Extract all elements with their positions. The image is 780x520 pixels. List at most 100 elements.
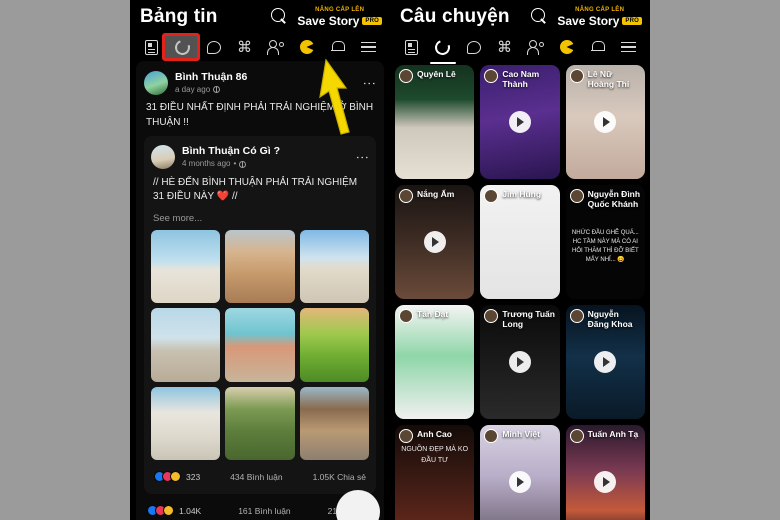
haha-reaction-icon (170, 471, 181, 483)
nav-item-messenger[interactable] (462, 36, 486, 58)
globe-icon (213, 86, 221, 94)
nav-item-menu[interactable] (617, 36, 641, 58)
play-icon[interactable] (594, 471, 617, 493)
left-phone-screen: Bảng tin NÂNG CẤP LÊN Save Story PRO ⌘ B… (130, 0, 390, 520)
promo-main-label: Save Story (557, 13, 620, 28)
story-author-name: Nguyễn Đăng Khoa (587, 309, 633, 330)
shared-post-options-button[interactable]: ⋮ (355, 151, 370, 164)
nav-item-menu[interactable] (357, 36, 381, 58)
photo-thumbnail[interactable] (299, 229, 369, 304)
friends-icon (267, 40, 284, 55)
avatar (399, 429, 413, 443)
play-icon[interactable] (508, 351, 531, 373)
marketplace-icon: ⌘ (237, 38, 252, 56)
story-card[interactable]: Cao Nam Thành (480, 65, 560, 179)
story-card[interactable]: Anh Cao NGUỒN ĐẸP MÀ KO ĐẦU TƯ (395, 425, 475, 520)
reaction-count[interactable]: 323 (186, 472, 200, 482)
promo-main-label: Save Story (297, 13, 360, 28)
bell-icon (591, 40, 605, 54)
save-story-promo[interactable]: NÂNG CẤP LÊN Save Story PRO (557, 7, 642, 27)
photo-grid (151, 229, 369, 467)
story-caption: NHỨC ĐẦU GHÊ QUÁ... HC TẦM NÀY MÀ CÓ AI … (571, 230, 639, 263)
reaction-icons[interactable] (147, 505, 174, 517)
story-card[interactable]: Minh Việt (480, 425, 560, 520)
play-icon[interactable] (594, 351, 617, 373)
nav-item-friends[interactable] (524, 36, 548, 58)
story-card[interactable]: Nắng Ấm (395, 185, 475, 299)
nav-item-marketplace[interactable]: ⌘ (493, 36, 517, 58)
photo-thumbnail[interactable] (299, 386, 369, 461)
story-card[interactable]: Nguyễn Đình Quốc Khánh NHỨC ĐẦU GHÊ QUÁ.… (565, 185, 645, 299)
shared-post-card: Bình Thuận Có Gì ? 4 months ago • ⋮ // H… (144, 136, 376, 495)
post-options-button[interactable]: ⋮ (362, 77, 377, 90)
shared-author-name[interactable]: Bình Thuận Có Gì ? (182, 145, 348, 158)
story-card[interactable]: Quyên Lê (395, 65, 475, 179)
photo-thumbnail[interactable] (151, 229, 221, 304)
avatar (569, 309, 584, 323)
photo-thumbnail[interactable] (225, 308, 295, 382)
screenshot-stage: Bảng tin NÂNG CẤP LÊN Save Story PRO ⌘ B… (0, 0, 780, 520)
avatar (569, 429, 584, 443)
story-author-name: Jim Hùng (502, 189, 542, 199)
avatar (484, 309, 499, 323)
avatar (399, 189, 413, 203)
page-title: Bảng tin (140, 5, 218, 27)
search-icon[interactable] (271, 8, 288, 25)
shared-post-text: // HÈ ĐẾN BÌNH THUẬN PHẢI TRẢI NGHIỆM 31… (153, 176, 358, 203)
play-icon[interactable] (508, 111, 531, 133)
left-topbar-actions: NÂNG CẤP LÊN Save Story PRO (271, 7, 382, 27)
avatar[interactable] (151, 145, 175, 170)
shared-post-header: Bình Thuận Có Gì ? 4 months ago • ⋮ (151, 141, 370, 171)
story-card[interactable]: Tuấn Anh Tạ (565, 425, 645, 520)
save-story-promo[interactable]: NÂNG CẤP LÊN Save Story PRO (297, 7, 382, 27)
promo-upper-label: NÂNG CẤP LÊN (315, 6, 365, 13)
nav-item-messenger[interactable] (202, 36, 226, 58)
comment-count[interactable]: 161 Bình luận (238, 506, 290, 516)
story-author-name: Nguyễn Đình Quốc Khánh (587, 189, 641, 210)
photo-thumbnail[interactable] (225, 386, 295, 461)
story-card[interactable]: Lê Nữ Hoàng Thi (565, 65, 645, 179)
search-icon[interactable] (531, 8, 548, 25)
left-nav-row: ⌘ (130, 33, 390, 61)
nav-item-pacman[interactable] (555, 36, 579, 58)
nav-item-notifications[interactable] (586, 36, 610, 58)
nav-item-refresh[interactable] (431, 36, 455, 58)
play-icon[interactable] (594, 111, 617, 133)
share-count[interactable]: 1.05K Chia sẻ (313, 472, 366, 482)
story-card[interactable]: Trương Tuấn Long (480, 305, 560, 419)
play-icon[interactable] (423, 231, 446, 253)
photo-thumbnail[interactable] (225, 229, 295, 304)
see-more-link[interactable]: See more... (151, 211, 369, 230)
news-icon (405, 39, 418, 55)
avatar (399, 69, 413, 83)
nav-item-refresh[interactable] (171, 36, 195, 58)
story-card[interactable]: Nguyễn Đăng Khoa (565, 305, 645, 419)
story-card[interactable]: Jim Hùng (480, 185, 560, 299)
shared-post-stats: 323 434 Bình luận 1.05K Chia sẻ (151, 466, 369, 487)
nav-item-notifications[interactable] (326, 36, 350, 58)
messenger-icon (206, 40, 221, 54)
story-card[interactable]: Tấn Đạt (395, 305, 475, 419)
avatar[interactable] (144, 71, 168, 96)
nav-item-news[interactable] (140, 36, 164, 58)
photo-thumbnail[interactable] (299, 308, 369, 382)
comment-count[interactable]: 434 Bình luận (230, 472, 282, 482)
nav-item-news[interactable] (400, 36, 424, 58)
avatar (484, 69, 499, 83)
nav-item-pacman[interactable] (295, 36, 319, 58)
nav-item-marketplace[interactable]: ⌘ (233, 36, 257, 58)
reaction-icons[interactable] (154, 471, 181, 483)
photo-thumbnail[interactable] (151, 308, 221, 382)
avatar (484, 189, 499, 203)
photo-thumbnail[interactable] (151, 386, 221, 461)
story-author-name: Minh Việt (502, 429, 540, 439)
right-topbar-actions: NÂNG CẤP LÊN Save Story PRO (531, 7, 642, 27)
promo-upper-label: NÂNG CẤP LÊN (575, 6, 625, 13)
play-icon[interactable] (508, 471, 531, 493)
reaction-count[interactable]: 1.04K (179, 506, 201, 516)
stories-grid: Quyên Lê Cao Nam Thành Lê Nữ Hoàng Thi N… (390, 61, 650, 520)
nav-item-friends[interactable] (264, 36, 288, 58)
story-author-name: Quyên Lê (417, 69, 456, 79)
menu-icon (621, 41, 636, 53)
menu-icon (361, 41, 376, 53)
